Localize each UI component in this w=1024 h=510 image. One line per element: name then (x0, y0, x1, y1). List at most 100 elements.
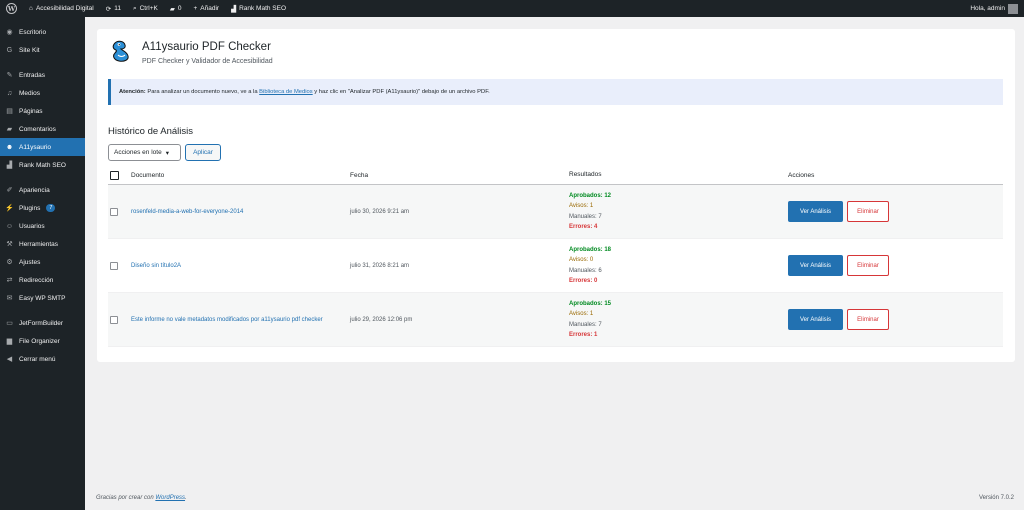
rank-math-menu[interactable]: ▟ Rank Math SEO (225, 0, 292, 17)
sidebar-item-redireccion[interactable]: ⇄ Redirección (0, 271, 85, 289)
sidebar-item-rank-math[interactable]: ▟ Rank Math SEO (0, 156, 85, 174)
result-errors: Errores: 1 (569, 331, 598, 338)
notice-text-after: y haz clic en "Analizar PDF (A11ysaurio)… (312, 89, 490, 95)
plus-icon: + (193, 5, 198, 12)
sidebar-item-site-kit[interactable]: G Site Kit (0, 41, 85, 59)
sidebar-item-label: Comentarios (19, 125, 56, 133)
add-new-menu[interactable]: + Añadir (187, 0, 225, 17)
row-results: Aprobados: 12 Avisos: 1 Manuales: 7 Erro… (569, 191, 788, 232)
shortcut-label: Ctrl+K (139, 5, 158, 12)
row-checkbox[interactable] (110, 261, 118, 270)
bulk-actions-value: Acciones en lote (114, 149, 162, 156)
delete-button[interactable]: Eliminar (847, 201, 889, 222)
settings-icon: ⚙ (6, 259, 13, 266)
rankmath-icon: ▟ (6, 162, 13, 169)
folder-icon: ▆ (6, 338, 13, 345)
sidebar-item-label: Site Kit (19, 46, 40, 54)
updates-menu[interactable]: ⟳ 11 (100, 0, 127, 17)
select-all-checkbox[interactable] (110, 170, 119, 180)
delete-button[interactable]: Eliminar (847, 255, 889, 276)
result-passed: Aprobados: 18 (569, 246, 612, 253)
updates-icon: ⟳ (105, 5, 112, 13)
apply-button[interactable]: Aplicar (185, 144, 221, 161)
page-title: A11ysaurio PDF Checker (142, 41, 271, 53)
sidebar-item-collapse[interactable]: ◀ Cerrar menú (0, 350, 85, 368)
result-warnings: Avisos: 1 (569, 203, 594, 210)
sidebar-item-plugins[interactable]: ⚡ Plugins 7 (0, 199, 85, 217)
view-analysis-button[interactable]: Ver Análisis (788, 255, 843, 276)
admin-sidebar: ◉ Escritorio G Site Kit ✎ Entradas ♫ Medios … (0, 17, 85, 510)
notice-text-before: Para analizar un documento nuevo, ve a l… (145, 89, 260, 95)
view-analysis-button[interactable]: Ver Análisis (788, 309, 843, 330)
sidebar-item-ajustes[interactable]: ⚙ Ajustes (0, 253, 85, 271)
delete-button[interactable]: Eliminar (847, 309, 889, 330)
sidebar-item-comentarios[interactable]: ▰ Comentarios (0, 120, 85, 138)
wordpress-link[interactable]: WordPress (155, 495, 185, 501)
plugins-update-badge: 7 (46, 204, 56, 212)
notice-strong: Atención: (119, 89, 146, 95)
users-icon: ☺ (5, 222, 14, 230)
dino-icon: ☻ (5, 143, 14, 151)
sidebar-item-label: Herramientas (19, 240, 59, 248)
brush-icon: ✐ (6, 187, 13, 194)
document-link[interactable]: rosenfeld-media-a-web-for-everyone-2014 (131, 209, 243, 215)
sidebar-item-label: Ajustes (19, 258, 41, 266)
bulk-actions-select[interactable]: Acciones en lote ▾ (108, 144, 181, 161)
site-name-menu[interactable]: ⌂ Accesibilidad Digital (23, 0, 100, 17)
document-link[interactable]: Este informe no vale metadatos modificad… (131, 317, 323, 323)
add-new-label: Añadir (200, 5, 220, 12)
info-notice: Atención: Para analizar un documento nue… (108, 79, 1003, 105)
sidebar-item-medios[interactable]: ♫ Medios (0, 84, 85, 102)
wordpress-logo-menu[interactable]: W (0, 0, 23, 17)
sidebar-item-a11ysaurio[interactable]: ☻ A11ysaurio (0, 138, 85, 156)
column-actions: Acciones (788, 171, 815, 179)
column-results: Resultados (569, 170, 602, 178)
bulk-actions: Acciones en lote ▾ Aplicar (108, 144, 221, 161)
sidebar-item-herramientas[interactable]: ⚒ Herramientas (0, 235, 85, 253)
media-library-link[interactable]: Biblioteca de Medios (259, 89, 313, 95)
history-title: Histórico de Análisis (108, 126, 194, 137)
sidebar-item-paginas[interactable]: ▤ Páginas (0, 102, 85, 120)
row-date: julio 30, 2026 9:21 am (350, 208, 410, 215)
command-palette-menu[interactable]: ⌕ Ctrl+K (127, 0, 164, 17)
sidebar-item-usuarios[interactable]: ☺ Usuarios (0, 217, 85, 235)
sidebar-item-escritorio[interactable]: ◉ Escritorio (0, 23, 85, 41)
page-header: A11ysaurio PDF Checker PDF Checker y Val… (109, 39, 273, 65)
sidebar-item-label: Easy WP SMTP (19, 294, 66, 302)
wordpress-logo-icon: W (6, 3, 17, 14)
chevron-down-icon: ▾ (165, 149, 169, 157)
view-analysis-button[interactable]: Ver Análisis (788, 201, 843, 222)
account-menu[interactable]: Hola, admin (964, 0, 1024, 17)
document-link[interactable]: Diseño sin título2A (131, 263, 181, 269)
sidebar-item-label: Medios (19, 89, 40, 97)
sidebar-item-label: File Organizer (19, 337, 60, 345)
result-manual: Manuales: 6 (569, 267, 602, 274)
a11ysaurio-logo-icon (112, 40, 129, 62)
search-icon: ⌕ (132, 4, 137, 12)
sidebar-item-label: Cerrar menú (19, 355, 56, 363)
table-row: rosenfeld-media-a-web-for-everyone-2014 … (108, 185, 1003, 239)
sidebar-item-label: Plugins (19, 204, 41, 212)
row-checkbox[interactable] (110, 315, 118, 324)
sidebar-item-entradas[interactable]: ✎ Entradas (0, 66, 85, 84)
collapse-icon: ◀ (6, 356, 13, 363)
table-row: Este informe no vale metadatos modificad… (108, 293, 1003, 347)
sidebar-item-apariencia[interactable]: ✐ Apariencia (0, 181, 85, 199)
sidebar-item-file-organizer[interactable]: ▆ File Organizer (0, 332, 85, 350)
row-checkbox[interactable] (110, 207, 118, 216)
result-errors: Errores: 0 (569, 277, 598, 284)
result-manual: Manuales: 7 (569, 321, 602, 328)
sidebar-item-label: JetFormBuilder (19, 319, 64, 327)
plugin-icon: ⚡ (5, 205, 14, 212)
updates-count: 11 (114, 5, 121, 12)
column-document: Documento (131, 171, 165, 179)
site-name: Accesibilidad Digital (35, 5, 94, 12)
home-icon: ⌂ (29, 5, 33, 12)
row-results: Aprobados: 18 Avisos: 0 Manuales: 6 Erro… (569, 245, 788, 286)
dashboard-icon: ◉ (6, 29, 13, 36)
sidebar-item-jetformbuilder[interactable]: ▭ JetFormBuilder (0, 314, 85, 332)
sidebar-item-easy-wp-smtp[interactable]: ✉ Easy WP SMTP (0, 289, 85, 307)
footer-thanks-end: . (185, 495, 187, 501)
mail-icon: ✉ (6, 295, 13, 302)
comments-menu[interactable]: ▰ 0 (164, 0, 188, 17)
